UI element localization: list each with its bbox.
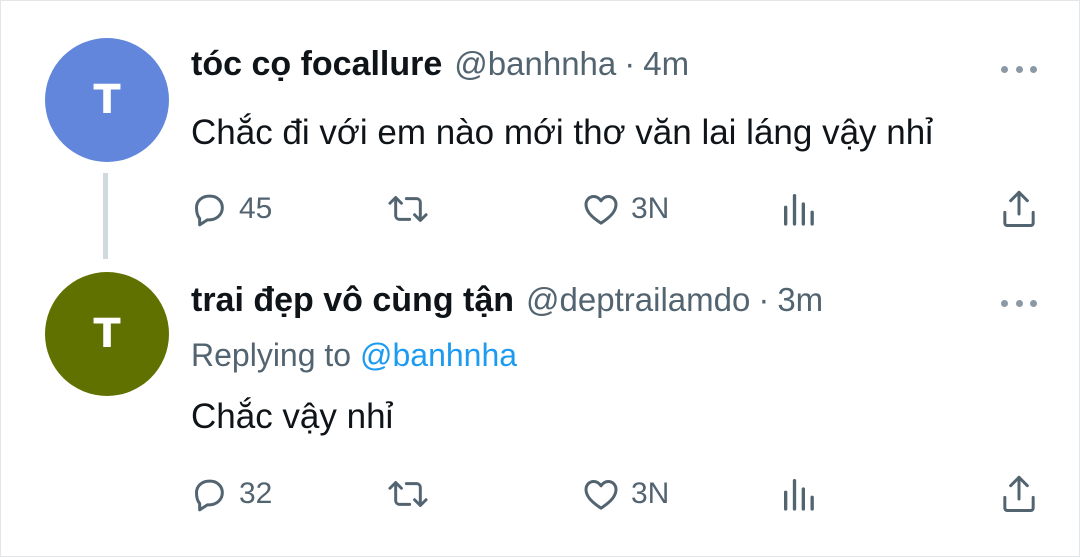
reply-button[interactable]: 45	[189, 189, 272, 229]
views-icon	[784, 194, 814, 226]
tweet-header: tóc cọ focallure @banhnha · 4m	[191, 45, 689, 89]
replying-to-handle-link[interactable]: @banhnha	[360, 337, 517, 373]
user-handle[interactable]: @banhnha	[454, 45, 616, 83]
reply-icon	[195, 194, 224, 227]
like-button[interactable]: 3N	[581, 189, 669, 229]
tweet-header: trai đẹp vô cùng tận @deptrailamdo · 3m	[191, 281, 823, 325]
views-icon	[784, 479, 814, 511]
share-button[interactable]	[999, 472, 1039, 516]
like-button[interactable]: 3N	[581, 474, 669, 514]
replying-to-label: Replying to	[191, 337, 352, 373]
replying-to: Replying to @banhnha	[191, 337, 517, 374]
like-icon	[584, 195, 618, 225]
like-count: 3N	[631, 192, 670, 225]
avatar[interactable]: T	[45, 38, 169, 162]
share-button[interactable]	[999, 187, 1039, 231]
tweet-text: Chắc đi với em nào mới thơ văn lai láng …	[191, 113, 933, 152]
display-name[interactable]: tóc cọ focallure	[191, 45, 442, 84]
reply-button[interactable]: 32	[189, 474, 272, 514]
thread-connector-line	[103, 173, 108, 259]
tweet-text: Chắc vậy nhỉ	[191, 397, 394, 436]
reply-icon	[195, 479, 224, 512]
like-icon	[584, 480, 618, 510]
share-icon	[1003, 475, 1035, 512]
separator-dot: ·	[758, 281, 770, 318]
views-button[interactable]	[779, 189, 819, 229]
retweet-button[interactable]	[385, 189, 431, 229]
display-name[interactable]: trai đẹp vô cùng tận	[191, 281, 514, 320]
retweet-button[interactable]	[385, 474, 431, 514]
separator-dot: ·	[624, 45, 636, 82]
share-icon	[1003, 190, 1035, 227]
reply-count: 45	[239, 192, 273, 225]
reply-count: 32	[239, 477, 273, 510]
views-button[interactable]	[779, 474, 819, 514]
more-icon[interactable]	[1001, 298, 1037, 308]
tweet-thread: T tóc cọ focallure @banhnha · 4m Chắc đi…	[0, 0, 1080, 557]
retweet-icon	[388, 196, 428, 222]
timestamp[interactable]: 3m	[777, 281, 823, 319]
like-count: 3N	[631, 477, 670, 510]
user-handle[interactable]: @deptrailamdo	[526, 281, 750, 319]
retweet-icon	[388, 481, 428, 507]
more-icon[interactable]	[1001, 64, 1037, 74]
timestamp[interactable]: 4m	[643, 45, 689, 83]
avatar[interactable]: T	[45, 272, 169, 396]
